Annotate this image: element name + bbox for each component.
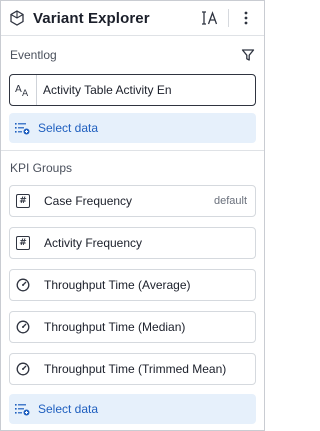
add-list-icon bbox=[14, 402, 32, 416]
panel-title: Variant Explorer bbox=[33, 9, 150, 27]
kpi-groups-section: # Case Frequency default # Activity Freq… bbox=[1, 185, 264, 424]
gauge-icon bbox=[16, 362, 30, 376]
variant-explorer-icon bbox=[9, 10, 25, 26]
kpi-item-case-frequency[interactable]: # Case Frequency default bbox=[9, 185, 256, 217]
eventlog-select-data-button[interactable]: Select data bbox=[9, 113, 256, 143]
kpi-item-label: Throughput Time (Average) bbox=[44, 278, 191, 292]
kpi-item-label: Case Frequency bbox=[44, 194, 133, 208]
panel-header: Variant Explorer bbox=[1, 1, 264, 36]
variant-explorer-panel: Variant Explorer Eventlog A A Activity T… bbox=[0, 0, 265, 431]
text-type-icon: A A bbox=[10, 75, 37, 105]
toolbar-divider bbox=[228, 9, 229, 27]
svg-text:A: A bbox=[22, 89, 29, 98]
eventlog-label: Eventlog bbox=[10, 48, 57, 62]
add-list-icon bbox=[14, 121, 32, 135]
kpi-item-throughput-time-trimmed-mean[interactable]: Throughput Time (Trimmed Mean) bbox=[9, 353, 256, 385]
default-badge: default bbox=[213, 195, 247, 207]
kpi-groups-header: KPI Groups bbox=[1, 151, 264, 185]
kpi-item-label: Throughput Time (Trimmed Mean) bbox=[44, 362, 227, 376]
hash-icon: # bbox=[16, 194, 30, 208]
filter-icon bbox=[241, 49, 255, 61]
text-cursor-icon bbox=[202, 11, 218, 25]
kpi-item-activity-frequency[interactable]: # Activity Frequency bbox=[9, 227, 256, 259]
kpi-select-data-label: Select data bbox=[38, 402, 99, 416]
text-format-button[interactable] bbox=[199, 6, 223, 30]
gauge-icon bbox=[16, 320, 30, 334]
eventlog-field-value: Activity Table Activity En bbox=[43, 83, 172, 97]
more-options-button[interactable] bbox=[234, 6, 258, 30]
kpi-item-throughput-time-median[interactable]: Throughput Time (Median) bbox=[9, 311, 256, 343]
eventlog-section-header: Eventlog bbox=[1, 36, 264, 74]
kpi-item-throughput-time-average[interactable]: Throughput Time (Average) bbox=[9, 269, 256, 301]
filter-button[interactable] bbox=[241, 48, 255, 62]
svg-text:A: A bbox=[15, 84, 22, 95]
eventlog-section: A A Activity Table Activity En Select da… bbox=[1, 74, 264, 143]
kpi-select-data-button[interactable]: Select data bbox=[9, 394, 256, 424]
kpi-item-label: Activity Frequency bbox=[44, 236, 143, 250]
kebab-menu-icon bbox=[244, 11, 248, 25]
kpi-groups-label: KPI Groups bbox=[10, 161, 73, 175]
gauge-icon bbox=[16, 278, 30, 292]
hash-icon: # bbox=[16, 236, 30, 250]
eventlog-select-data-label: Select data bbox=[38, 121, 99, 135]
eventlog-field[interactable]: A A Activity Table Activity En bbox=[9, 74, 256, 106]
kpi-item-label: Throughput Time (Median) bbox=[44, 320, 186, 334]
